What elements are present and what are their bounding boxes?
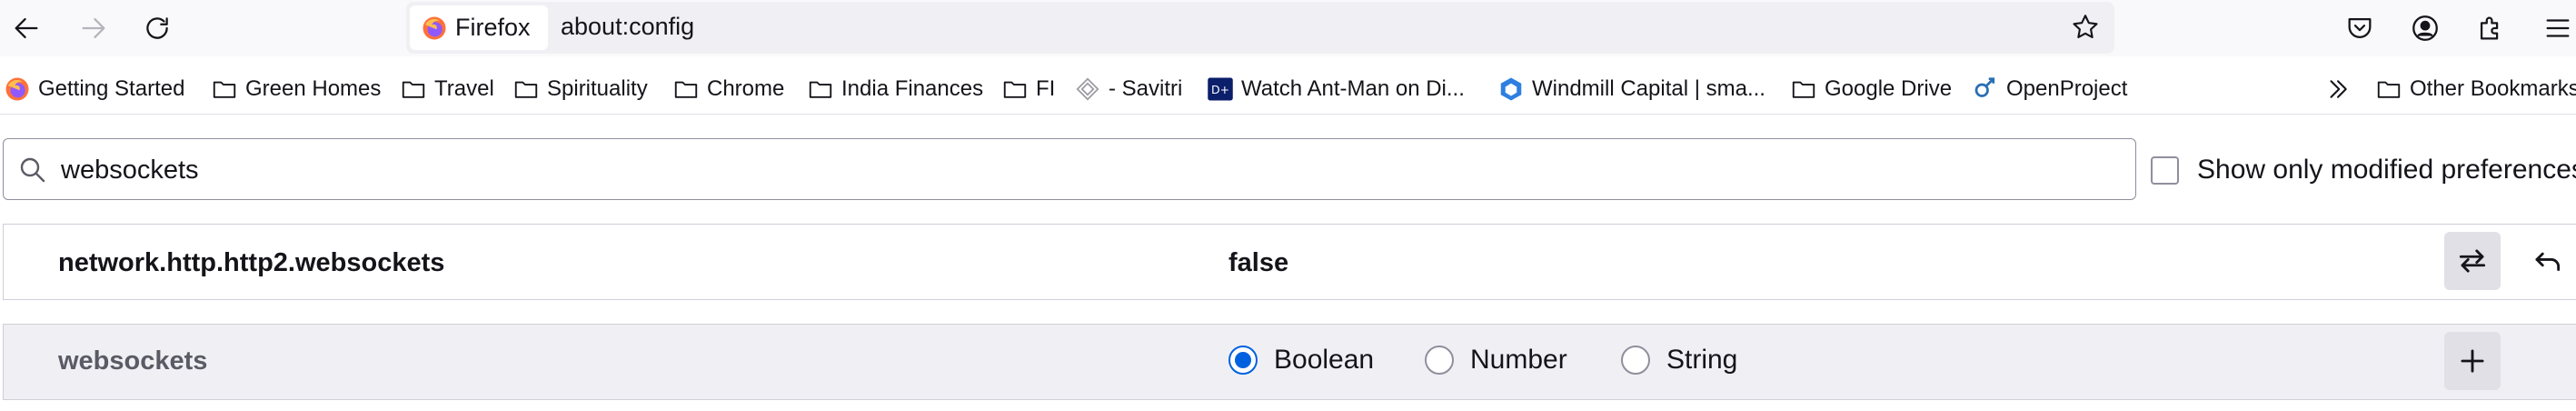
bookmark-folder-india-finances[interactable]: India Finances (807, 73, 983, 105)
firefox-icon (423, 16, 446, 39)
url-bar[interactable]: Firefox about:config (406, 2, 2114, 54)
bookmark-folder-fi[interactable]: FI (1001, 73, 1055, 105)
pocket-icon (2348, 17, 2372, 38)
bookmark-folder-google-drive[interactable]: Google Drive (1790, 73, 1952, 105)
bookmark-label: Watch Ant-Man on Di... (1241, 76, 1465, 101)
type-option-number[interactable]: Number (1425, 345, 1567, 376)
folder-icon (809, 81, 832, 98)
bookmark-label: OpenProject (2006, 76, 2128, 101)
add-preference-row: websockets Boolean Number String (3, 324, 2576, 400)
folder-icon (213, 81, 236, 98)
bookmark-folder-chrome[interactable]: Chrome (672, 73, 784, 105)
bookmark-label: - Savitri (1109, 76, 1183, 101)
folder-icon (1792, 81, 1815, 98)
undo-icon (2535, 252, 2561, 271)
type-option-string[interactable]: String (1621, 345, 1737, 376)
bookmark-label: FI (1036, 76, 1056, 101)
bookmark-savitri[interactable]: - Savitri (1074, 73, 1182, 105)
bookmark-ant-man[interactable]: D+ Watch Ant-Man on Di... (1207, 73, 1465, 105)
plus-icon (2461, 349, 2484, 373)
type-option-boolean[interactable]: Boolean (1228, 345, 1374, 376)
show-modified-label: Show only modified preferences (2197, 155, 2576, 185)
forward-button[interactable] (71, 5, 116, 51)
folder-icon (2377, 81, 2401, 98)
back-arrow-icon (15, 17, 38, 39)
url-input[interactable]: about:config (561, 13, 694, 41)
string-label: String (1666, 345, 1738, 375)
toggle-button[interactable] (2444, 232, 2501, 290)
bookmarks-toolbar: Getting Started Green Homes Travel Spiri… (0, 65, 2576, 113)
navigation-toolbar: Firefox about:config (0, 0, 2576, 56)
pocket-button[interactable] (2337, 5, 2382, 51)
bookmark-label: Travel (434, 76, 494, 101)
bookmark-label: Getting Started (38, 76, 185, 101)
toggle-arrows-icon (2459, 249, 2486, 273)
menu-button[interactable] (2535, 5, 2576, 51)
svg-text:D+: D+ (1211, 83, 1229, 96)
bookmark-folder-green-homes[interactable]: Green Homes (211, 73, 381, 105)
extensions-button[interactable] (2468, 5, 2513, 51)
reload-icon (146, 17, 168, 39)
add-preference-button[interactable] (2444, 332, 2501, 390)
disney-plus-site-icon: D+ (1208, 77, 1233, 101)
preference-value: false (1228, 248, 1289, 277)
bookmark-openproject[interactable]: OpenProject (1972, 73, 2127, 105)
windmill-site-icon (1500, 77, 1522, 101)
openproject-site-icon (1974, 77, 1995, 97)
folder-icon (674, 81, 698, 98)
reload-button[interactable] (134, 5, 180, 51)
identity-box[interactable]: Firefox (410, 5, 548, 50)
search-icon (20, 157, 45, 183)
bookmark-label: Other Bookmarks (2410, 76, 2576, 101)
folder-icon (402, 81, 425, 98)
bookmark-label: Google Drive (1825, 76, 1953, 101)
toolbar-divider (0, 114, 2576, 115)
boolean-label: Boolean (1274, 345, 1375, 375)
preference-name: network.http.http2.websockets (58, 248, 445, 277)
bookmark-folder-other[interactable]: Other Bookmarks (2375, 73, 2576, 105)
bookmark-label: Windmill Capital | sma... (1532, 76, 1765, 101)
number-radio[interactable] (1425, 346, 1454, 375)
folder-icon (514, 81, 538, 98)
search-value: websockets (61, 155, 199, 185)
firefox-icon (5, 77, 29, 101)
identity-label: Firefox (455, 14, 531, 41)
boolean-radio[interactable] (1228, 346, 1258, 375)
back-button[interactable] (4, 5, 49, 51)
extensions-icon (2480, 16, 2499, 40)
account-icon (2412, 15, 2438, 41)
preference-row: network.http.http2.websockets false (3, 224, 2576, 300)
bookmark-windmill-capital[interactable]: Windmill Capital | sma... (1497, 73, 1765, 105)
bookmark-star-button[interactable] (2065, 7, 2105, 47)
account-button[interactable] (2402, 5, 2448, 51)
bookmark-label: Chrome (707, 76, 785, 101)
preference-search-input[interactable]: websockets (3, 138, 2136, 200)
chevron-double-right-icon (2330, 80, 2347, 98)
show-modified-toggle[interactable]: Show only modified preferences (2151, 155, 2576, 185)
bookmarks-overflow-button[interactable] (2324, 73, 2352, 105)
number-label: Number (1470, 345, 1567, 375)
string-radio[interactable] (1621, 346, 1650, 375)
bookmark-folder-travel[interactable]: Travel (400, 73, 494, 105)
savitri-site-icon (1076, 77, 1099, 101)
bookmark-label: India Finances (841, 76, 984, 101)
show-modified-checkbox[interactable] (2151, 155, 2179, 185)
reset-button[interactable] (2519, 232, 2575, 290)
bookmark-label: Green Homes (245, 76, 382, 101)
star-icon (2073, 15, 2098, 38)
bookmark-label: Spirituality (547, 76, 648, 101)
folder-icon (1003, 81, 1027, 98)
new-preference-name: websockets (58, 346, 208, 376)
forward-arrow-icon (82, 17, 105, 39)
bookmark-folder-spirituality[interactable]: Spirituality (512, 73, 648, 105)
menu-icon (2546, 19, 2570, 37)
bookmark-getting-started[interactable]: Getting Started (4, 73, 184, 105)
